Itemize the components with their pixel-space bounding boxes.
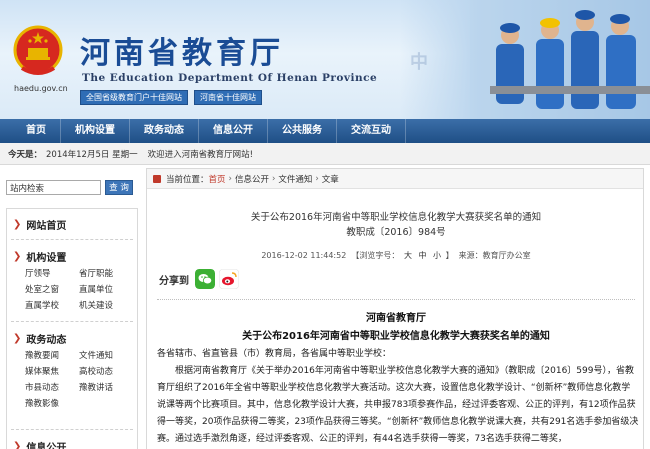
nav-organization[interactable]: 机构设置 bbox=[61, 119, 130, 143]
sidebar-links: 厅领导 省厅职能 处室之窗 直属单位 直属学校 机关建设 bbox=[7, 267, 137, 311]
sidebar-link[interactable]: 厅领导 bbox=[25, 267, 79, 279]
chevron-right-icon: ❯ bbox=[13, 218, 22, 230]
sidebar-link[interactable]: 豫教要闻 bbox=[25, 349, 79, 361]
divider bbox=[11, 239, 133, 240]
banner-watermark: 中 bbox=[410, 52, 428, 73]
document-number: 教职成〔2016〕984号 bbox=[346, 227, 446, 238]
site-title-english: The Education Department Of Henan Provin… bbox=[82, 72, 378, 84]
site-title[interactable]: 河南省教育厅 bbox=[80, 28, 284, 72]
sidebar-heading-home[interactable]: ❯ 网站首页 bbox=[7, 213, 137, 235]
publish-date: 2016-12-02 11:44:52 bbox=[261, 251, 347, 260]
breadcrumb: 当前位置： 首页 › 信息公开 › 文件通知 › 文章 bbox=[147, 169, 643, 189]
weibo-icon[interactable] bbox=[219, 269, 239, 289]
sidebar-heading-news[interactable]: ❯ 政务动态 bbox=[7, 327, 137, 349]
article-body: 各省辖市、省直管县（市）教育局，各省属中等职业学校： 根据河南省教育厅《关于举办… bbox=[157, 346, 639, 448]
sidebar-section-info: ❯ 信息公开 bbox=[7, 435, 137, 449]
article-paragraph: 根据河南省教育厅《关于举办2016年河南省中等职业学校信息化教学大赛的通知》（教… bbox=[157, 366, 639, 444]
breadcrumb-item[interactable]: 文章 bbox=[322, 173, 339, 185]
divider bbox=[11, 429, 133, 430]
nav-public-service[interactable]: 公共服务 bbox=[268, 119, 337, 143]
nav-government-news[interactable]: 政务动态 bbox=[130, 119, 199, 143]
search-button[interactable]: 查 询 bbox=[105, 180, 133, 195]
chevron-right-icon: ❯ bbox=[13, 332, 22, 344]
award-badge: 全国省级教育门户十佳网站 bbox=[80, 90, 188, 105]
sidebar-section-home: ❯ 网站首页 bbox=[7, 213, 137, 235]
sidebar-link[interactable]: 媒体聚焦 bbox=[25, 365, 79, 377]
sidebar-heading-organization[interactable]: ❯ 机构设置 bbox=[7, 245, 137, 267]
sidebar-section-news: ❯ 政务动态 豫教要闻 文件通知 媒体聚焦 高校动态 市县动态 豫教讲话 豫教影… bbox=[7, 327, 137, 410]
breadcrumb-item[interactable]: 文件通知 bbox=[278, 173, 312, 185]
nav-info-disclosure[interactable]: 信息公开 bbox=[199, 119, 268, 143]
divider bbox=[157, 299, 635, 300]
award-badges: 全国省级教育门户十佳网站 河南省十佳网站 bbox=[80, 90, 262, 105]
current-date: 2014年12月5日 星期一 bbox=[46, 149, 138, 160]
sidebar-link[interactable]: 文件通知 bbox=[79, 349, 139, 361]
breadcrumb-prefix: 当前位置： bbox=[166, 174, 209, 185]
sidebar-link[interactable]: 省厅职能 bbox=[79, 267, 139, 279]
document-source: 来源：教育厅办公室 bbox=[458, 251, 531, 260]
sidebar-link[interactable]: 豫教讲话 bbox=[79, 381, 139, 393]
article-heading-org: 河南省教育厅 bbox=[366, 313, 426, 324]
sidebar: 查 询 ❯ 网站首页 ❯ 机构设置 厅领导 省厅职能 处室之窗 直属单位 直属学… bbox=[0, 168, 140, 449]
sidebar-link[interactable]: 直属学校 bbox=[25, 299, 79, 311]
sidebar-link[interactable]: 市县动态 bbox=[25, 381, 79, 393]
site-search-input[interactable] bbox=[6, 180, 101, 195]
nav-interaction[interactable]: 交流互动 bbox=[337, 119, 406, 143]
font-size-medium[interactable]: 中 bbox=[418, 251, 426, 260]
article-recipients: 各省辖市、省直管县（市）教育局，各省属中等职业学校： bbox=[157, 349, 392, 359]
sidebar-link[interactable]: 机关建设 bbox=[79, 299, 139, 311]
today-label: 今天是： bbox=[8, 149, 43, 160]
divider bbox=[11, 321, 133, 322]
location-pin-icon bbox=[153, 174, 161, 183]
font-size-small[interactable]: 小 bbox=[433, 251, 441, 260]
font-size-large[interactable]: 大 bbox=[404, 251, 412, 260]
site-url: haedu.gov.cn bbox=[14, 84, 68, 93]
welcome-message: 欢迎进入河南省教育厅网站! bbox=[147, 149, 253, 160]
sidebar-link[interactable]: 高校动态 bbox=[79, 365, 139, 377]
article-panel: 当前位置： 首页 › 信息公开 › 文件通知 › 文章 关于公布2016年河南省… bbox=[146, 168, 644, 449]
sidebar-heading-info[interactable]: ❯ 信息公开 bbox=[7, 435, 137, 449]
sidebar-links: 豫教要闻 文件通知 媒体聚焦 高校动态 市县动态 豫教讲话 豫教影像 bbox=[7, 349, 137, 409]
nav-home[interactable]: 首页 bbox=[14, 119, 61, 143]
award-badge: 河南省十佳网站 bbox=[194, 90, 262, 105]
chevron-right-icon: ❯ bbox=[13, 250, 22, 262]
banner-workers-image bbox=[470, 0, 650, 119]
breadcrumb-item[interactable]: 信息公开 bbox=[235, 173, 269, 185]
document-title: 关于公布2016年河南省中等职业学校信息化教学大赛获奖名单的通知 bbox=[250, 212, 542, 223]
breadcrumb-home[interactable]: 首页 bbox=[209, 173, 226, 185]
site-header: haedu.gov.cn 河南省教育厅 The Education Depart… bbox=[0, 0, 650, 119]
sidebar-link[interactable]: 直属单位 bbox=[79, 283, 139, 295]
font-size-label: 【浏览字号： bbox=[351, 251, 400, 260]
sidebar-link[interactable]: 豫教影像 bbox=[25, 397, 79, 409]
sidebar-menu: ❯ 网站首页 ❯ 机构设置 厅领导 省厅职能 处室之窗 直属单位 直属学校 机关… bbox=[6, 208, 138, 449]
chevron-right-icon: ❯ bbox=[13, 440, 22, 449]
wechat-icon[interactable] bbox=[195, 269, 215, 289]
sidebar-link[interactable]: 处室之窗 bbox=[25, 283, 79, 295]
date-bar: 今天是： 2014年12月5日 星期一 欢迎进入河南省教育厅网站! bbox=[0, 143, 650, 165]
article-heading-title: 关于公布2016年河南省中等职业学校信息化教学大赛获奖名单的通知 bbox=[242, 331, 550, 342]
sidebar-section-organization: ❯ 机构设置 厅领导 省厅职能 处室之窗 直属单位 直属学校 机关建设 bbox=[7, 245, 137, 312]
national-emblem-icon[interactable] bbox=[12, 24, 64, 80]
share-label: 分享到 bbox=[159, 275, 189, 287]
document-meta: 2016-12-02 11:44:52 【浏览字号： 大 中 小 】 来源：教育… bbox=[261, 251, 531, 260]
share-bar: 分享到 bbox=[159, 269, 243, 289]
main-nav: 首页 机构设置 政务动态 信息公开 公共服务 交流互动 bbox=[0, 119, 650, 143]
